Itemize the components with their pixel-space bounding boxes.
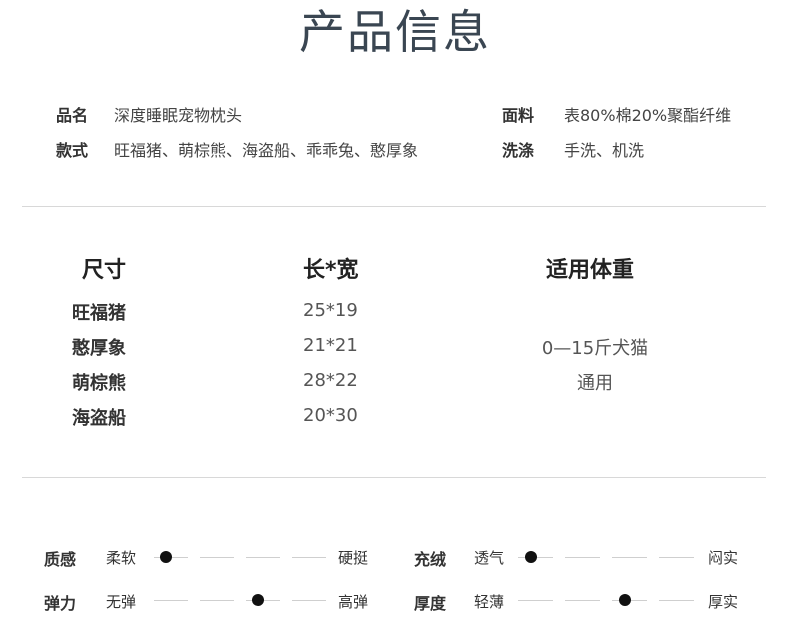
wash-label: 洗涤 <box>502 141 535 160</box>
scale-left-label: 轻薄 <box>474 593 505 611</box>
weight-note: 通用 <box>577 373 613 394</box>
name-value: 深度睡眠宠物枕头 <box>114 106 243 125</box>
table-row-size: 20*30 <box>303 405 358 426</box>
style-label: 款式 <box>56 141 89 160</box>
scale-segment <box>565 600 600 601</box>
table-row-size: 28*22 <box>303 370 358 391</box>
scale-segment <box>292 557 326 558</box>
name-label: 品名 <box>56 106 89 125</box>
attribute-label: 质感 <box>44 550 77 569</box>
divider-top <box>22 206 766 207</box>
scale-segment <box>612 557 647 558</box>
scale-segment <box>565 557 600 558</box>
table-row-size: 25*19 <box>303 300 358 321</box>
header-size: 尺寸 <box>82 258 127 283</box>
table-row-size: 21*21 <box>303 335 358 356</box>
scale-marker <box>618 594 631 606</box>
scale-marker <box>160 551 173 563</box>
scale-segment <box>659 557 694 558</box>
scale-right-label: 厚实 <box>708 593 739 611</box>
weight-range: 0—15斤犬猫 <box>541 338 649 359</box>
scale-right-label: 高弹 <box>338 593 369 611</box>
fabric-value: 表80%棉20%聚酯纤维 <box>564 106 732 125</box>
header-weight: 适用体重 <box>546 258 635 283</box>
scale-segment <box>659 600 694 601</box>
table-row-name: 萌棕熊 <box>72 373 126 394</box>
divider-bottom <box>22 477 766 478</box>
scale-segment <box>154 600 188 601</box>
table-row-name: 憨厚象 <box>72 338 126 359</box>
header-dimensions: 长*宽 <box>303 258 359 283</box>
scale-segment <box>200 557 234 558</box>
scale-left-label: 透气 <box>474 549 505 567</box>
scale-marker <box>524 551 537 563</box>
attribute-label: 弹力 <box>44 594 77 613</box>
page-title: 产品信息 <box>299 5 491 59</box>
scale-segment <box>518 600 553 601</box>
scale-segment <box>292 600 326 601</box>
style-value: 旺福猪、萌棕熊、海盗船、乖乖兔、憨厚象 <box>114 141 419 160</box>
attribute-label: 充绒 <box>414 550 447 569</box>
scale-segment <box>246 557 280 558</box>
table-row-name: 旺福猪 <box>72 303 126 324</box>
scale-segment <box>200 600 234 601</box>
scale-left-label: 无弹 <box>106 593 137 611</box>
scale-right-label: 闷实 <box>708 549 739 567</box>
attribute-label: 厚度 <box>414 594 447 613</box>
wash-value: 手洗、机洗 <box>564 141 645 160</box>
table-row-name: 海盗船 <box>72 408 126 429</box>
fabric-label: 面料 <box>502 106 535 125</box>
scale-marker <box>252 594 265 606</box>
scale-left-label: 柔软 <box>106 549 137 567</box>
scale-right-label: 硬挺 <box>338 549 369 567</box>
